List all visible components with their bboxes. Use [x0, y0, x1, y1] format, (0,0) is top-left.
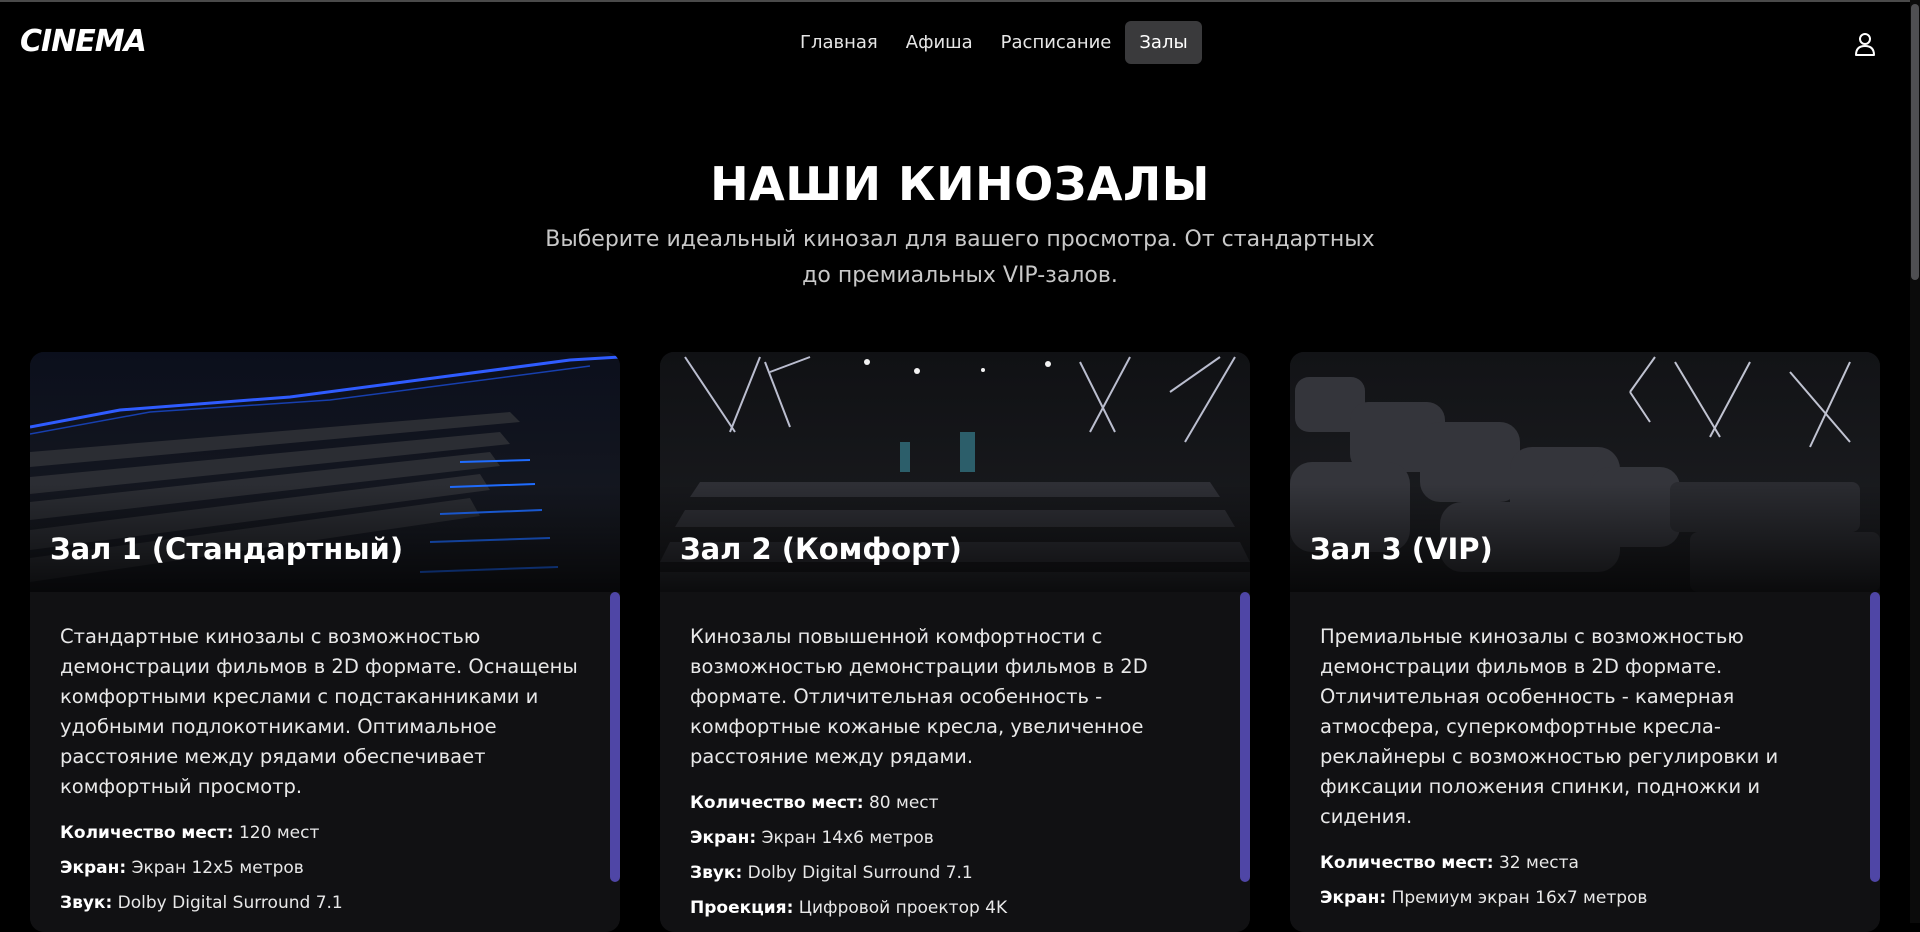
nav-item-home[interactable]: Главная	[786, 21, 892, 64]
hall-card-1[interactable]: Зал 1 (Стандартный) Стандартные кинозалы…	[30, 352, 620, 932]
nav-item-schedule[interactable]: Расписание	[987, 21, 1126, 64]
hall-description: Премиальные кинозалы с возможностью демо…	[1320, 625, 1779, 828]
hall-card-3[interactable]: Зал 3 (VIP) Премиальные кинозалы с возмо…	[1290, 352, 1880, 932]
spec-sound: Звук: Dolby Digital Surround 7.1	[60, 893, 343, 913]
spec-seats: Количество мест: 80 мест	[690, 793, 939, 813]
hall-description: Кинозалы повышенной комфортности с возмо…	[690, 625, 1148, 768]
hall-info-content: Кинозалы повышенной комфортности с возмо…	[690, 622, 1210, 926]
hall-name: Зал 2 (Комфорт)	[680, 532, 962, 566]
page-title: НАШИ КИНОЗАЛЫ	[710, 157, 1210, 211]
hall-info-content: Премиальные кинозалы с возможностью демо…	[1320, 622, 1840, 916]
user-icon[interactable]	[1853, 31, 1877, 57]
hall-card-2[interactable]: Зал 2 (Комфорт) Кинозалы повышенной комф…	[660, 352, 1250, 932]
site-header: CINEMA Главная Афиша Расписание Залы	[0, 2, 1920, 82]
spec-screen: Экран: Премиум экран 16x7 метров	[1320, 888, 1648, 908]
main-nav: Главная Афиша Расписание Залы	[786, 21, 1202, 64]
card-scrollbar[interactable]	[1870, 592, 1880, 882]
site-logo[interactable]: CINEMA	[20, 24, 147, 59]
hall-description: Стандартные кинозалы с возможностью демо…	[60, 625, 578, 798]
spec-screen: Экран: Экран 14x6 метров	[690, 828, 934, 848]
spec-seats: Количество мест: 32 места	[1320, 853, 1579, 873]
hall-info: Кинозалы повышенной комфортности с возмо…	[660, 592, 1250, 932]
hall-info: Премиальные кинозалы с возможностью демо…	[1290, 592, 1880, 932]
spec-projection: Проекция: Цифровой проектор 4K	[690, 898, 1008, 918]
nav-item-afisha[interactable]: Афиша	[892, 21, 987, 64]
hall-info-content: Стандартные кинозалы с возможностью демо…	[60, 622, 580, 921]
card-scrollbar[interactable]	[1240, 592, 1250, 882]
page-scrollbar-thumb[interactable]	[1911, 4, 1919, 280]
page-subtitle: Выберите идеальный кинозал для вашего пр…	[545, 227, 1375, 288]
spec-seats: Количество мест: 120 мест	[60, 823, 320, 843]
nav-item-halls[interactable]: Залы	[1125, 21, 1202, 64]
spec-sound: Звук: Dolby Digital Surround 7.1	[690, 863, 973, 883]
spec-screen: Экран: Экран 12x5 метров	[60, 858, 304, 878]
hall-info: Стандартные кинозалы с возможностью демо…	[30, 592, 620, 932]
card-scrollbar[interactable]	[610, 592, 620, 882]
hall-name: Зал 1 (Стандартный)	[50, 532, 404, 566]
hall-name: Зал 3 (VIP)	[1310, 532, 1493, 566]
